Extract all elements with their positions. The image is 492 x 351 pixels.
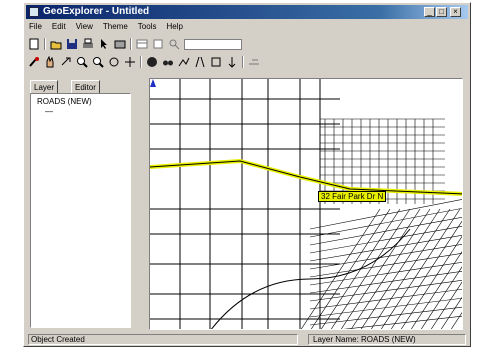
open-icon[interactable] <box>50 38 62 50</box>
menu-file[interactable]: File <box>28 22 43 34</box>
minimize-button[interactable]: _ <box>424 7 435 17</box>
tab-editor[interactable]: Editor <box>71 80 100 93</box>
tree-node-roads[interactable]: ROADS (NEW) <box>37 97 92 106</box>
select-icon[interactable] <box>114 38 126 50</box>
location-marker-icon[interactable] <box>150 79 156 87</box>
maximize-button[interactable]: □ <box>436 7 447 17</box>
close-button[interactable]: × <box>450 7 461 17</box>
status-layer-name: Layer Name: ROADS (NEW) <box>308 334 466 345</box>
street-map <box>150 79 462 329</box>
identify-icon[interactable] <box>28 56 40 68</box>
menu-bar: File Edit View Theme Tools Help <box>28 22 184 34</box>
rotate-icon[interactable] <box>124 56 136 68</box>
buffer-icon[interactable] <box>210 56 222 68</box>
menu-tools[interactable]: Tools <box>137 22 158 34</box>
layout-icon[interactable] <box>152 38 164 50</box>
tab-layer[interactable]: Layer <box>30 80 59 93</box>
layer-tree[interactable]: ROADS (NEW) — <box>30 93 131 328</box>
tree-node-child[interactable]: — <box>45 107 53 116</box>
print-icon[interactable] <box>82 38 94 50</box>
route-icon[interactable] <box>178 56 190 68</box>
toolbar-field[interactable] <box>184 38 242 50</box>
measure-icon[interactable] <box>226 56 238 68</box>
app-icon <box>29 7 39 17</box>
hand-icon[interactable] <box>44 55 56 68</box>
road-icon[interactable] <box>194 56 206 68</box>
menu-help[interactable]: Help <box>165 22 183 34</box>
save-icon[interactable] <box>66 38 78 50</box>
status-message: Object Created <box>28 334 298 345</box>
zoom-box-icon[interactable] <box>168 38 180 50</box>
layer-panel: Layer Editor ROADS (NEW) — <box>28 72 146 328</box>
title-bar[interactable]: GeoExplorer - Untitled _ □ × <box>26 5 468 19</box>
new-icon[interactable] <box>28 38 40 50</box>
globe-icon[interactable] <box>146 56 158 68</box>
toolbar-separator <box>130 38 132 50</box>
status-bar: Object Created Layer Name: ROADS (NEW) <box>28 334 466 346</box>
pan-icon[interactable] <box>108 56 120 68</box>
toolbar-map <box>28 54 260 70</box>
highlighted-road <box>150 158 462 196</box>
menu-edit[interactable]: Edit <box>51 22 67 34</box>
zoom-in-icon[interactable] <box>76 56 88 68</box>
window-title: GeoExplorer - Untitled <box>43 6 150 17</box>
toolbar-separator <box>44 38 46 50</box>
pointer-icon[interactable] <box>98 38 110 50</box>
toolbar-standard <box>28 36 242 52</box>
binoculars-icon[interactable] <box>162 56 174 68</box>
zoom-out-icon[interactable] <box>92 56 104 68</box>
map-view[interactable]: 32 Fair Park Dr N <box>149 78 463 330</box>
menu-view[interactable]: View <box>75 22 94 34</box>
toolbar-separator <box>140 56 142 68</box>
toolbar-separator <box>242 56 244 68</box>
query-icon[interactable] <box>248 56 260 68</box>
menu-theme[interactable]: Theme <box>102 22 129 34</box>
address-callout: 32 Fair Park Dr N <box>318 191 387 202</box>
find-icon[interactable] <box>60 56 72 68</box>
table-icon[interactable] <box>136 38 148 50</box>
main-window: GeoExplorer - Untitled _ □ × File Edit V… <box>23 2 471 347</box>
